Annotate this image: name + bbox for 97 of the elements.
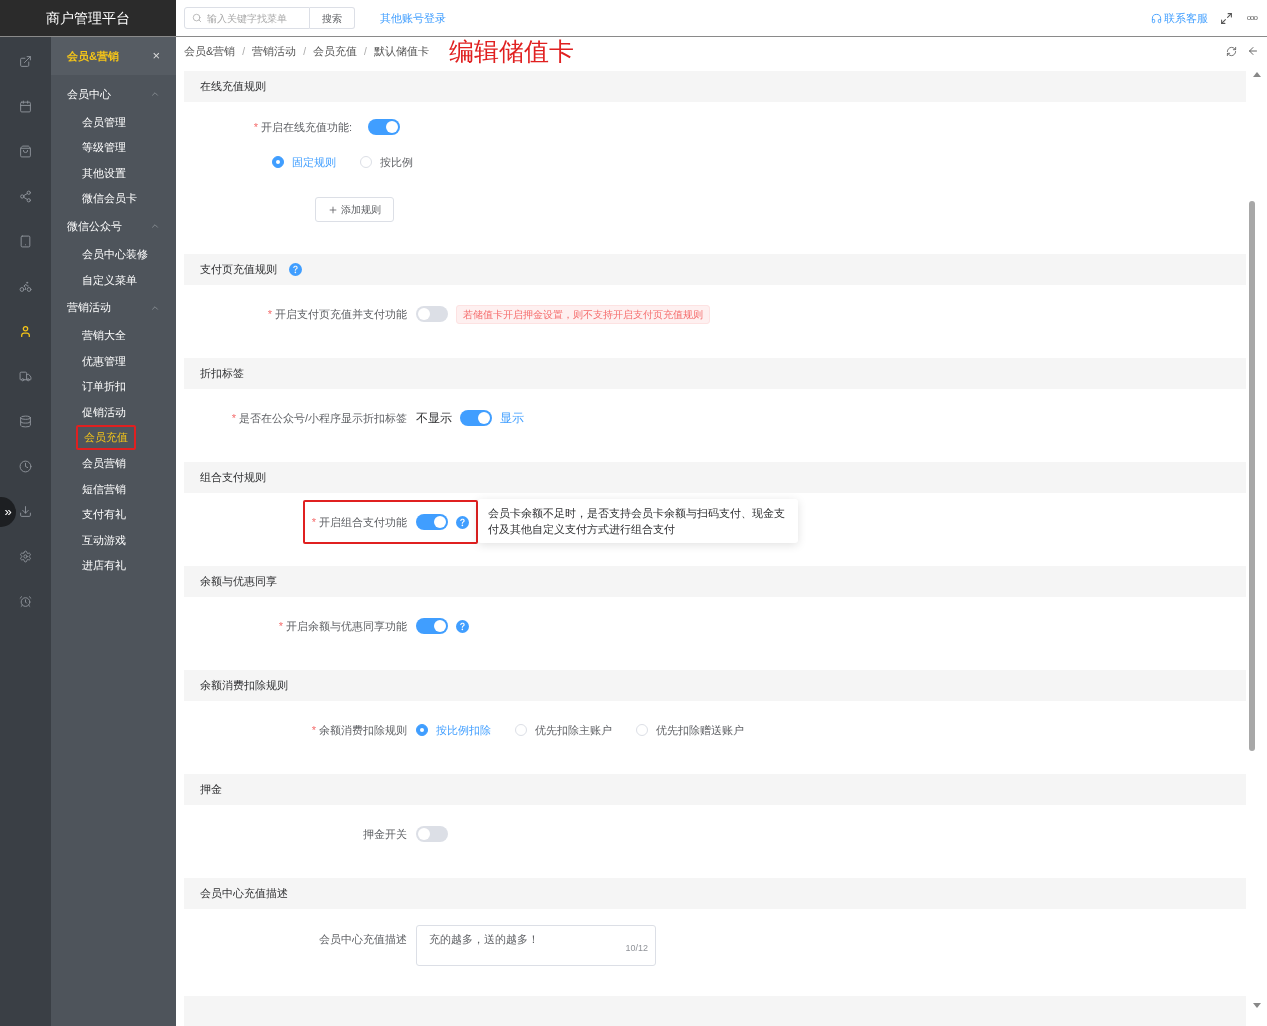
- breadcrumb-item[interactable]: 营销活动: [252, 42, 297, 60]
- headset-icon: [1150, 12, 1162, 24]
- menu-group[interactable]: 会员中心: [51, 79, 176, 109]
- menu-group[interactable]: 微信公众号: [51, 211, 176, 242]
- field-label: 开启在线充值功能:: [260, 119, 352, 135]
- breadcrumb-item[interactable]: 默认储值卡: [373, 42, 429, 60]
- textarea-value: 充的越多，送的越多！: [429, 932, 539, 947]
- menu-item[interactable]: 会员营销: [76, 453, 132, 474]
- annotation-title: 编辑储值卡: [448, 38, 574, 64]
- bag-icon[interactable]: [19, 145, 32, 158]
- database-icon[interactable]: [19, 415, 32, 428]
- radio-button[interactable]: [272, 156, 284, 168]
- section-title: 在线充值规则: [200, 79, 266, 95]
- field-label: 余额消费扣除规则: [319, 722, 407, 738]
- required-mark: *: [311, 514, 316, 530]
- field-label: 会员中心充值描述: [319, 932, 407, 947]
- breadcrumb-item[interactable]: 会员&营销: [184, 42, 236, 60]
- bike-icon[interactable]: [19, 280, 32, 293]
- menu-item[interactable]: 促销活动: [76, 401, 132, 423]
- toggle-switch[interactable]: [368, 119, 400, 135]
- breadcrumb-separator: /: [303, 44, 306, 59]
- toggle-switch[interactable]: [416, 618, 448, 634]
- field-label: 开启组合支付功能: [319, 514, 407, 530]
- menu-item[interactable]: 自定义菜单: [76, 269, 143, 290]
- section-title: 余额与优惠同享: [200, 574, 277, 590]
- section-title: 余额消费扣除规则: [200, 678, 288, 694]
- menu-item[interactable]: 会员中心装修: [76, 243, 154, 265]
- menu-group[interactable]: 营销活动: [51, 292, 176, 323]
- user-icon[interactable]: [19, 325, 32, 338]
- settings-icon[interactable]: [19, 550, 32, 563]
- required-mark: *: [278, 618, 283, 634]
- plus-icon: [328, 204, 338, 215]
- section-title: 押金: [200, 782, 222, 798]
- menu-item[interactable]: 等级管理: [76, 137, 132, 158]
- required-mark: *: [253, 119, 258, 135]
- search-icon: [192, 13, 202, 23]
- help-icon[interactable]: [289, 263, 302, 276]
- share-box-icon[interactable]: [19, 55, 32, 68]
- menu-item[interactable]: 进店有礼: [76, 555, 132, 576]
- section-title: 会员中心充值描述: [200, 886, 288, 902]
- toggle-switch[interactable]: [416, 826, 448, 842]
- field-label: 开启支付页充值并支付功能: [275, 306, 407, 322]
- sidebar-title: 会员&营销: [67, 48, 119, 64]
- off-label: 不显示: [416, 410, 452, 427]
- back-icon[interactable]: [1247, 45, 1259, 57]
- menu-item[interactable]: 优惠管理: [76, 350, 132, 372]
- refresh-icon[interactable]: [1226, 45, 1237, 57]
- field-label: 是否在公众号/小程序显示折扣标签: [238, 410, 407, 426]
- menu-item[interactable]: 互动游戏: [76, 529, 132, 551]
- help-icon[interactable]: [456, 515, 469, 529]
- radio-button[interactable]: [416, 724, 428, 736]
- required-mark: *: [231, 410, 236, 426]
- field-label: 押金开关: [363, 826, 407, 842]
- menu-item[interactable]: 微信会员卡: [76, 188, 143, 209]
- add-rule-button[interactable]: 添加规则: [315, 197, 394, 222]
- menu-item[interactable]: 会员充值: [76, 425, 136, 450]
- tooltip: 会员卡余额不足时，是否支持会员卡余额与扫码支付、现金支付及其他自定义支付方式进行组合支付: [478, 499, 798, 543]
- section-title: 组合支付规则: [200, 470, 266, 486]
- fullscreen-icon[interactable]: [1219, 11, 1233, 25]
- clock-icon[interactable]: [19, 460, 32, 473]
- radio-label[interactable]: 优先扣除主账户: [535, 721, 612, 739]
- required-mark: *: [267, 306, 272, 322]
- truck-icon[interactable]: [19, 370, 32, 383]
- search-button[interactable]: 搜索: [310, 7, 355, 29]
- char-counter: 10/12: [625, 941, 648, 955]
- on-label: 显示: [500, 410, 524, 427]
- help-icon[interactable]: [456, 619, 469, 633]
- section-title: 支付页充值规则: [200, 262, 277, 278]
- description-textarea[interactable]: 充的越多，送的越多！ 10/12: [416, 925, 656, 966]
- toggle-switch[interactable]: [416, 514, 448, 530]
- warning-tag: 若储值卡开启押金设置，则不支持开启支付页充值规则: [456, 304, 710, 324]
- menu-item[interactable]: 短信营销: [76, 478, 132, 500]
- share-icon[interactable]: [19, 190, 32, 203]
- menu-item[interactable]: 支付有礼: [76, 504, 132, 525]
- menu-item[interactable]: 会员管理: [76, 111, 132, 133]
- menu-item[interactable]: 订单折扣: [76, 376, 132, 397]
- radio-label[interactable]: 优先扣除赠送账户: [656, 721, 744, 739]
- breadcrumb-separator: /: [363, 44, 367, 59]
- calendar-icon[interactable]: [19, 100, 32, 113]
- toggle-switch[interactable]: [460, 410, 492, 426]
- more-menu[interactable]: ooo: [1246, 12, 1257, 24]
- toggle-switch[interactable]: [416, 306, 448, 322]
- breadcrumb-separator: /: [242, 44, 246, 59]
- field-label: 开启余额与优惠同享功能: [286, 618, 407, 634]
- tablet-icon[interactable]: [19, 235, 32, 248]
- section-title: 折扣标签: [200, 366, 244, 382]
- menu-search-field[interactable]: 输入关键字找菜单: [184, 7, 310, 29]
- close-button[interactable]: ×: [152, 46, 160, 66]
- download-icon[interactable]: [19, 505, 32, 518]
- menu-item[interactable]: 营销大全: [76, 325, 132, 346]
- menu-item[interactable]: 其他设置: [76, 162, 132, 184]
- alarm-clock-icon[interactable]: [19, 595, 32, 608]
- brand-title: 商户管理平台: [46, 8, 130, 28]
- radio-label[interactable]: 按比例: [380, 153, 413, 171]
- breadcrumb-item[interactable]: 会员充值: [312, 42, 357, 60]
- required-mark: *: [311, 722, 316, 738]
- collapse-toggle[interactable]: »: [0, 497, 16, 527]
